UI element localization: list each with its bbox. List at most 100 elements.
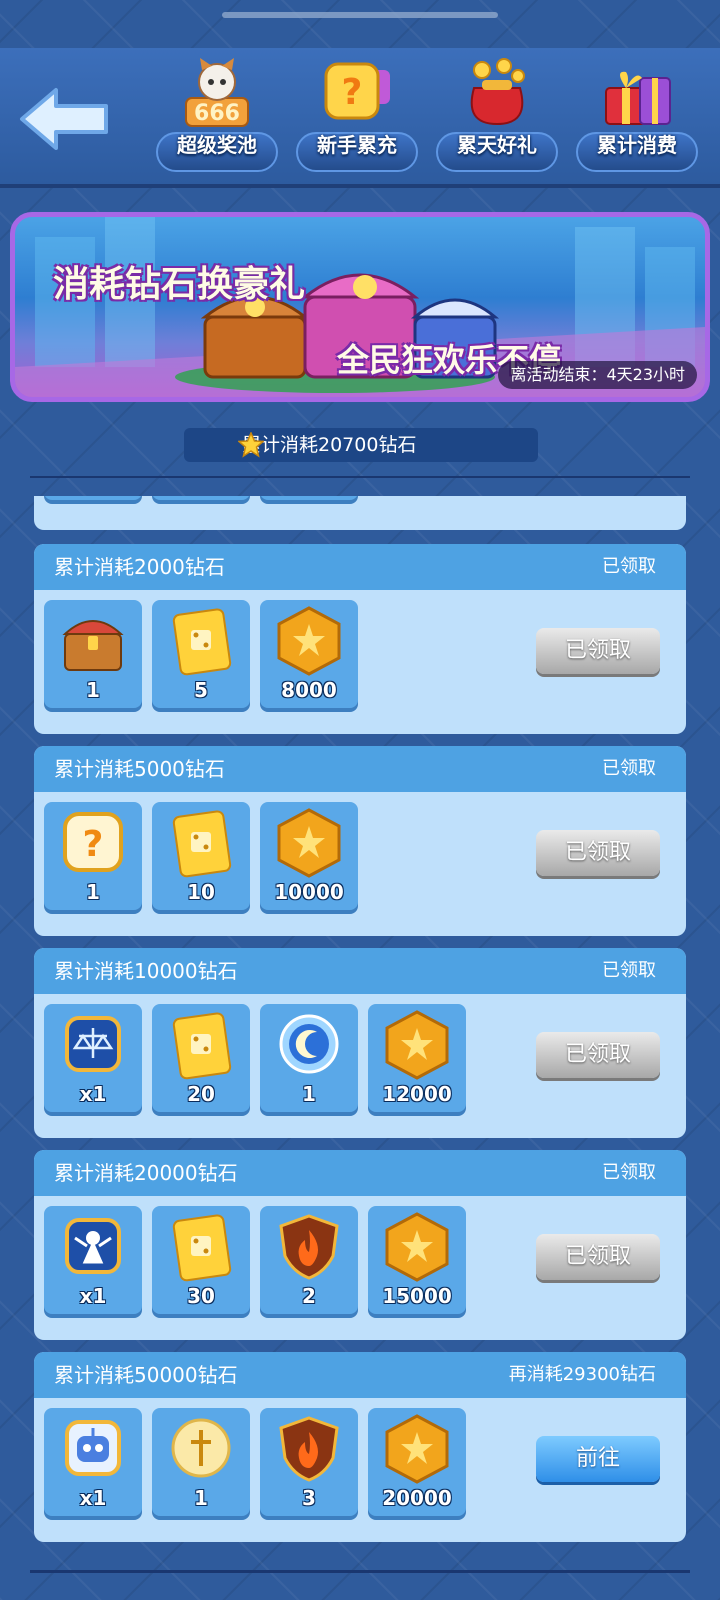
reward-count: 1: [302, 1082, 316, 1106]
reward-item: 10000: [260, 802, 358, 910]
fire-shield-icon: [279, 1416, 339, 1482]
reward-item: x1: [44, 1408, 142, 1516]
reward-tier-title: 累计消耗10000钻石: [54, 959, 238, 983]
reward-item: 5000: [260, 496, 358, 500]
reward-count: 5: [194, 678, 208, 702]
reward-status: 已领取: [602, 1162, 656, 1183]
claimed-button[interactable]: 已领取: [536, 830, 660, 876]
reward-card: 累计消耗10000钻石 已领取 x1 20 1 12000 已领取: [34, 948, 686, 1138]
reward-count: 10000: [274, 880, 344, 904]
reward-item: 3: [260, 1408, 358, 1516]
tab-label: 新手累充: [317, 133, 397, 157]
svg-text:?: ?: [342, 72, 363, 113]
back-button[interactable]: [18, 84, 110, 154]
reward-card: 累计消耗2000钻石 已领取 1 5 8000 已领取: [34, 544, 686, 734]
reward-item: 12000: [368, 1004, 466, 1112]
lucky-bag-icon: [470, 58, 525, 126]
reward-item: 1: [260, 1004, 358, 1112]
claimed-button[interactable]: 已领取: [536, 628, 660, 674]
reward-count: x1: [79, 1486, 107, 1510]
tab-cumulative-spend[interactable]: 累计消费: [570, 58, 704, 178]
cross-coin-icon: [171, 1418, 231, 1478]
svg-text:666: 666: [194, 101, 240, 126]
reward-item: 30: [152, 1206, 250, 1314]
event-countdown: 离活动结束：4天23小时: [498, 361, 697, 389]
reward-status: 已领取: [602, 758, 656, 779]
reward-tier-title: 累计消耗20000钻石: [54, 1161, 238, 1185]
cat-jackpot-icon: 666: [185, 58, 249, 127]
reward-card-header: 累计消耗10000钻石 已领取: [34, 948, 686, 994]
reward-count: 1: [194, 1486, 208, 1510]
divider: [30, 476, 690, 478]
tab-daily-gifts[interactable]: 累天好礼: [430, 58, 564, 178]
reward-count: 1: [86, 880, 100, 904]
divider: [30, 1570, 690, 1573]
reward-item: 2: [260, 1206, 358, 1314]
tab-super-jackpot[interactable]: 666 超级奖池: [150, 58, 284, 178]
dice-card-icon: [172, 1214, 232, 1282]
reward-card-header: 累计消耗5000钻石 已领取: [34, 746, 686, 792]
reward-count: 2: [302, 1284, 316, 1308]
libra-avatar-frame-icon: [65, 1016, 121, 1072]
back-arrow-icon: [20, 88, 108, 150]
tab-label: 累天好礼: [457, 133, 537, 157]
reward-card: 累计消耗20000钻石 已领取 x1 30 2 15000 已领取: [34, 1150, 686, 1340]
claimed-button[interactable]: 已领取: [536, 1234, 660, 1280]
reward-count: 30: [187, 1284, 215, 1308]
reward-list[interactable]: 1 3 5000 累计消耗2000钻石 已领取 1: [34, 496, 686, 1558]
tab-label: 超级奖池: [177, 133, 257, 157]
reward-count: 20: [187, 1082, 215, 1106]
tab-label: 累计消费: [597, 133, 677, 157]
tab-newbie-recharge[interactable]: ? 新手累充: [290, 58, 424, 178]
reward-card: 累计消耗5000钻石 已领取 ? 1 10 10000 已领取: [34, 746, 686, 936]
reward-count: 8000: [281, 678, 337, 702]
reward-tier-title: 累计消耗50000钻石: [54, 1363, 238, 1387]
total-spent-label: 累计消耗20700钻石: [184, 428, 538, 462]
star-coin-icon: [385, 1010, 449, 1080]
reward-card-header: 累计消耗50000钻石 再消耗29300钻石: [34, 1352, 686, 1398]
go-button[interactable]: 前往: [536, 1436, 660, 1482]
reward-item: 8000: [260, 600, 358, 708]
reward-item: 3: [152, 496, 250, 500]
dice-card-icon: [172, 608, 232, 676]
reward-item: 1: [152, 1408, 250, 1516]
reward-card-header: 累计消耗2000钻石 已领取: [34, 544, 686, 590]
gift-box-icon: [605, 71, 671, 125]
reward-count: 15000: [382, 1284, 452, 1308]
total-spent-text: 累计消耗20700钻石: [242, 434, 417, 456]
reward-item: 20: [152, 1004, 250, 1112]
star-coin-icon: [385, 1212, 449, 1282]
moon-orb-icon: [279, 1014, 339, 1074]
reward-item: x1: [44, 1004, 142, 1112]
event-banner: 消耗钻石换豪礼 全民狂欢乐不停 离活动结束：4天23小时: [10, 212, 710, 402]
claimed-button[interactable]: 已领取: [536, 1032, 660, 1078]
reward-item: 15000: [368, 1206, 466, 1314]
banner-title: 消耗钻石换豪礼: [53, 264, 306, 305]
dice-card-icon: [172, 1012, 232, 1080]
reward-card-partial: 1 3 5000: [34, 496, 686, 530]
fire-shield-icon: [279, 1214, 339, 1280]
reward-count: 10: [187, 880, 215, 904]
robot-avatar-frame-icon: [65, 1420, 121, 1476]
reward-tier-title: 累计消耗5000钻石: [54, 757, 225, 781]
reward-count: x1: [79, 1082, 107, 1106]
reward-count: 12000: [382, 1082, 452, 1106]
reward-count: 3: [302, 1486, 316, 1510]
reward-item: 10: [152, 802, 250, 910]
reward-item: 5: [152, 600, 250, 708]
reward-card-header: 累计消耗20000钻石 已领取: [34, 1150, 686, 1196]
mystery-box-icon: ?: [63, 812, 123, 872]
reward-count: 1: [86, 678, 100, 702]
dice-card-icon: [172, 810, 232, 878]
star-coin-icon: [277, 808, 341, 878]
reward-tier-title: 累计消耗2000钻石: [54, 555, 225, 579]
fairy-avatar-frame-icon: [65, 1218, 121, 1274]
reward-status: 已领取: [602, 960, 656, 981]
status-bar-pill: [222, 12, 498, 18]
reward-count: 20000: [382, 1486, 452, 1510]
reward-item: 20000: [368, 1408, 466, 1516]
star-coin-icon: [277, 606, 341, 676]
reward-item: 1: [44, 600, 142, 708]
reward-item: ? 1: [44, 802, 142, 910]
reward-item: x1: [44, 1206, 142, 1314]
